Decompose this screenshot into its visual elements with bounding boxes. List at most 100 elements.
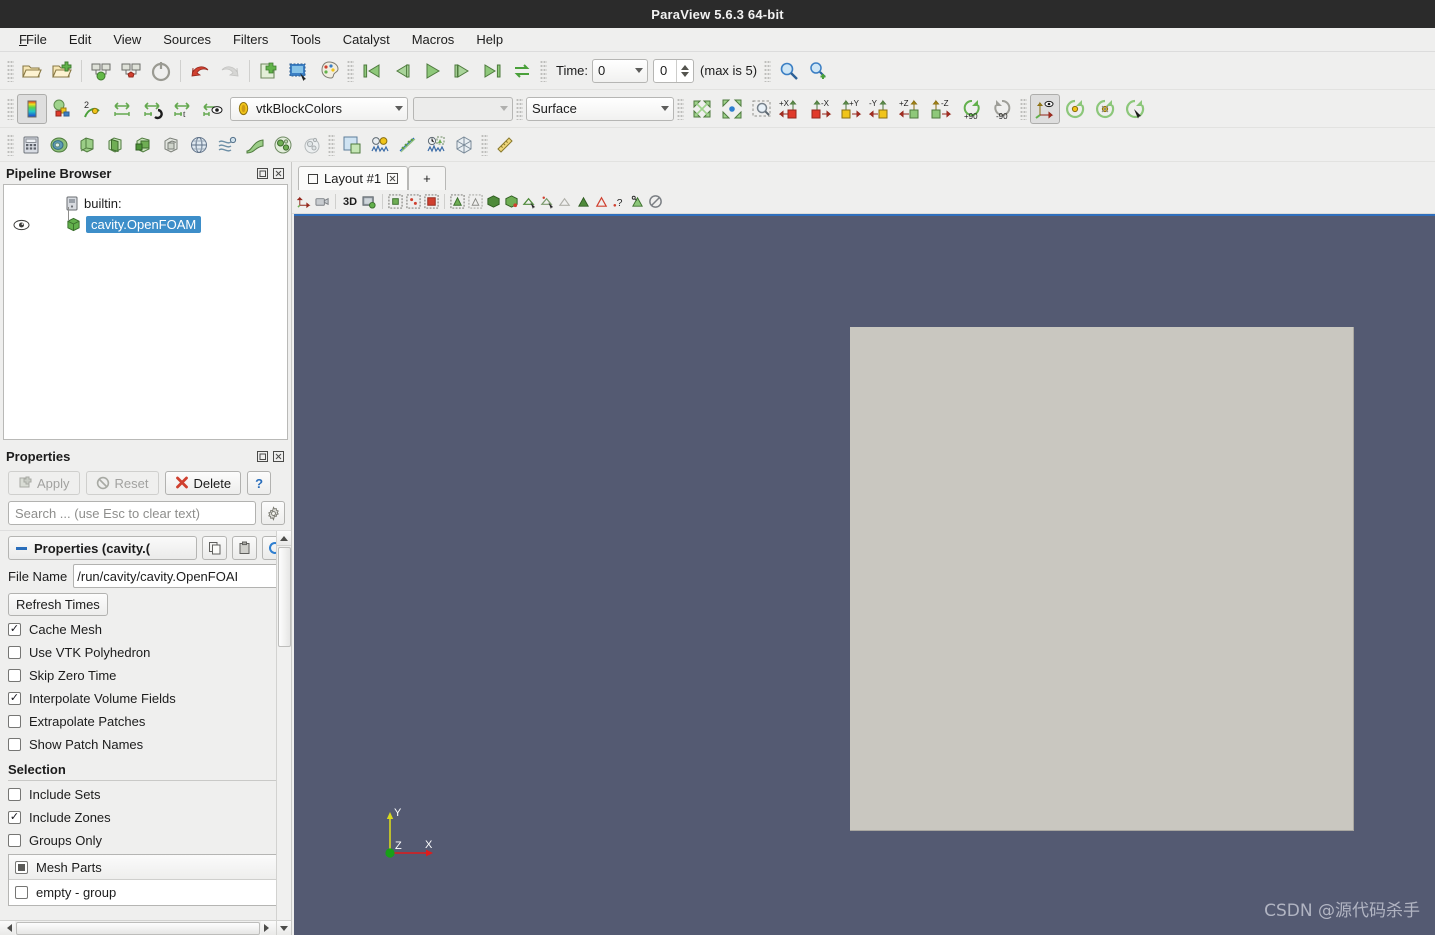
menu-catalyst[interactable]: Catalyst [332, 29, 401, 50]
toolbar-grip[interactable] [540, 59, 547, 82]
rotate-plus-90-button[interactable]: +90 [957, 94, 987, 124]
toolbar-grip[interactable] [328, 133, 335, 156]
slice-filter-button[interactable] [101, 131, 129, 159]
hover-cells-button[interactable] [557, 192, 574, 211]
menu-view[interactable]: View [102, 29, 152, 50]
checkbox-box[interactable] [8, 788, 21, 801]
toolbar-grip[interactable] [7, 97, 14, 120]
clip-filter-button[interactable] [73, 131, 101, 159]
query-button[interactable]: ? [611, 192, 628, 211]
warp-filter-button[interactable] [241, 131, 269, 159]
reset-camera-button[interactable] [687, 94, 717, 124]
checkbox-skip-zero-time[interactable]: Skip Zero Time [0, 664, 291, 687]
float-icon[interactable] [256, 167, 269, 180]
representation-combo[interactable]: Surface [526, 96, 674, 121]
visibility-eye-icon[interactable] [8, 219, 34, 231]
rescale-visible-icon-button[interactable]: t [167, 94, 197, 124]
mesh-parts-list[interactable]: Mesh Parts empty - group [8, 854, 285, 906]
checkbox-box[interactable]: ✓ [8, 623, 21, 636]
checkbox-box[interactable] [8, 738, 21, 751]
rotate-minus-90-button[interactable]: -90 [987, 94, 1017, 124]
menu-sources[interactable]: Sources [152, 29, 222, 50]
group-datasets-filter-button[interactable] [269, 131, 297, 159]
disconnect-server-button[interactable] [116, 56, 146, 86]
save-screenshot-button[interactable] [284, 56, 314, 86]
toolbar-grip[interactable] [677, 97, 684, 120]
interactive-select-cells-button[interactable] [521, 192, 538, 211]
split-view-button[interactable] [338, 131, 366, 159]
menu-filters[interactable]: Filters [222, 29, 279, 50]
pipeline-browser[interactable]: builtin: cavity.OpenFOAM [3, 184, 288, 440]
calculator-filter-button[interactable] [17, 131, 45, 159]
refresh-times-button[interactable]: Refresh Times [8, 593, 108, 616]
toolbar-grip[interactable] [764, 59, 772, 82]
extract-subset-filter-button[interactable] [157, 131, 185, 159]
last-frame-button[interactable] [477, 56, 507, 86]
checkbox-show-patch-names[interactable]: Show Patch Names [0, 733, 291, 756]
plot-selection-button[interactable] [394, 131, 422, 159]
edit-color-map-button[interactable] [314, 56, 344, 86]
menu-help[interactable]: Help [465, 29, 514, 50]
show-orientation-axes-button[interactable] [1030, 93, 1060, 124]
contour-filter-button[interactable] [45, 131, 73, 159]
search-input[interactable]: Search ... (use Esc to clear text) [8, 501, 256, 525]
zoom-to-data-button[interactable] [717, 94, 747, 124]
next-frame-button[interactable] [447, 56, 477, 86]
copy-icon-button[interactable] [202, 536, 227, 560]
frustum-points-button[interactable] [503, 192, 520, 211]
checkbox-extrapolate-patches[interactable]: Extrapolate Patches [0, 710, 291, 733]
checkbox-box[interactable] [8, 834, 21, 847]
first-frame-button[interactable] [357, 56, 387, 86]
pick-center-button[interactable] [1090, 94, 1120, 124]
redo-button[interactable] [215, 56, 245, 86]
properties-vertical-scrollbar[interactable] [276, 531, 291, 935]
checkbox-box[interactable]: ✓ [8, 692, 21, 705]
toolbar-grip[interactable] [481, 133, 488, 156]
threshold-filter-button[interactable] [129, 131, 157, 159]
scroll-down-arrow[interactable] [277, 920, 291, 935]
select-cells-button[interactable] [387, 192, 404, 211]
zoom-to-selection-button[interactable] [629, 192, 646, 211]
magnifier-icon-button[interactable] [774, 56, 804, 86]
scroll-right-arrow[interactable] [261, 921, 276, 935]
reload-button[interactable] [146, 56, 176, 86]
zoom-to-box-button[interactable] [747, 94, 777, 124]
menu-edit[interactable]: Edit [58, 29, 102, 50]
properties-horizontal-scrollbar[interactable] [0, 920, 276, 935]
interaction-mode-button[interactable] [296, 192, 313, 211]
select-block-button[interactable] [467, 192, 484, 211]
connect-server-button[interactable] [86, 56, 116, 86]
checkbox-include-zones[interactable]: ✓ Include Zones [0, 806, 291, 829]
axes-grid-button[interactable] [450, 131, 478, 159]
plus-z-view-button[interactable]: +Z [897, 94, 927, 124]
checkbox-groups-only[interactable]: Groups Only [0, 829, 291, 852]
checkbox-box[interactable] [8, 669, 21, 682]
scroll-left-arrow[interactable] [0, 921, 15, 935]
spin-arrows[interactable] [676, 59, 693, 82]
properties-scroll-area[interactable]: Properties (cavity.( File Name /run/cavi… [0, 530, 291, 935]
checkbox-box[interactable] [8, 646, 21, 659]
add-layout-tab[interactable]: + [408, 166, 446, 190]
checkbox-box[interactable] [15, 860, 28, 874]
menu-file[interactable]: FFile [8, 29, 58, 50]
minus-y-view-button[interactable]: -Y [867, 94, 897, 124]
checkbox-cache-mesh[interactable]: ✓ Cache Mesh [0, 618, 291, 641]
magnifier-plus-icon-button[interactable] [804, 56, 834, 86]
toolbar-grip[interactable] [516, 97, 523, 120]
open-recent-button[interactable] [47, 56, 77, 86]
apply-button[interactable]: Apply [8, 471, 80, 495]
close-icon[interactable] [272, 167, 285, 180]
pipeline-item-cavity[interactable]: cavity.OpenFOAM [4, 214, 287, 235]
toolbar-grip[interactable] [7, 133, 14, 156]
plot-over-line-button[interactable] [366, 131, 394, 159]
frame-spinbox[interactable]: 0 [653, 58, 695, 83]
file-name-field[interactable]: /run/cavity/cavity.OpenFOAI [73, 564, 283, 588]
camera-link-button[interactable] [314, 192, 331, 211]
render-view[interactable]: Y Z X CSDN @源代码杀手 [294, 214, 1435, 935]
gear-icon-button[interactable] [261, 501, 285, 525]
open-file-button[interactable] [17, 56, 47, 86]
rotate-center-button[interactable] [1060, 94, 1090, 124]
scroll-thumb[interactable] [278, 547, 291, 647]
plot-data-over-time-button[interactable] [422, 131, 450, 159]
checkbox-interpolate-volume-fields[interactable]: ✓ Interpolate Volume Fields [0, 687, 291, 710]
